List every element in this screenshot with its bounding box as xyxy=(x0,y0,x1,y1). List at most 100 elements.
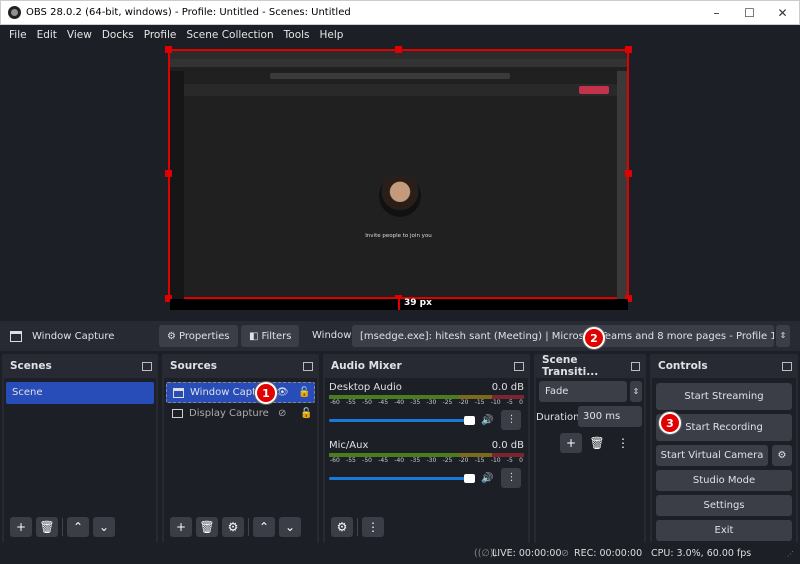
window-capture-icon xyxy=(173,387,184,398)
resize-handle-right[interactable] xyxy=(625,170,632,177)
properties-label: Properties xyxy=(178,330,230,342)
add-source-button[interactable]: + xyxy=(170,517,192,537)
resize-handle-left[interactable] xyxy=(165,170,172,177)
duration-spinbox[interactable]: 300 ms xyxy=(578,406,642,427)
channel-name: Mic/Aux xyxy=(329,440,369,451)
source-toolbar: Window Capture ⚙ Properties ◧ Filters Wind… xyxy=(0,321,800,351)
scenes-dock: Scenes Scene + 🗑 ⌃ ⌄ xyxy=(2,354,158,543)
meter-ticks: -60 -55 -50 -45 -40 -35 -30 -25 -20 -15 -10 -5 0 xyxy=(330,399,523,406)
menu-edit[interactable]: Edit xyxy=(32,29,62,41)
minimize-button[interactable]: – xyxy=(700,1,733,25)
channel-level: 0.0 dB xyxy=(491,440,524,451)
menu-file[interactable]: File xyxy=(4,29,32,41)
add-transition-button[interactable]: + xyxy=(560,433,582,453)
undock-icon[interactable] xyxy=(630,361,640,371)
hidden-eye-icon[interactable]: ⊘ xyxy=(278,408,286,419)
volume-slider[interactable] xyxy=(329,473,475,483)
virtual-camera-settings-icon[interactable]: ⚙ xyxy=(772,445,792,466)
mixer-menu-button[interactable]: ⋮ xyxy=(362,517,384,537)
menu-scene-collection[interactable]: Scene Collection xyxy=(181,29,278,41)
leave-button xyxy=(579,86,609,94)
selected-source-name: Window Capture xyxy=(32,330,115,342)
properties-button[interactable]: ⚙ Properties xyxy=(159,325,238,347)
advanced-audio-button[interactable]: ⚙ xyxy=(331,517,353,537)
transition-select-arrows-icon[interactable]: ⇕ xyxy=(630,381,642,402)
settings-button[interactable]: Settings xyxy=(656,495,792,516)
menu-profile[interactable]: Profile xyxy=(139,29,182,41)
source-item-display-capture[interactable]: Display Capture ⊘ 🔓 xyxy=(166,403,315,424)
transition-select[interactable]: Fade xyxy=(539,381,627,402)
menu-view[interactable]: View xyxy=(62,29,97,41)
move-scene-up-button[interactable]: ⌃ xyxy=(67,517,89,537)
invite-text: Invite people to join you xyxy=(365,233,432,239)
annotation-badge-2: 2 xyxy=(583,327,605,349)
filters-button[interactable]: ◧ Filters xyxy=(241,325,300,347)
captured-window-source[interactable]: Invite people to join you xyxy=(168,49,629,299)
channel-name: Desktop Audio xyxy=(329,382,402,393)
move-scene-down-button[interactable]: ⌄ xyxy=(93,517,115,537)
rec-time: REC: 00:00:00 xyxy=(574,548,643,559)
channel-menu-button[interactable]: ⋮ xyxy=(501,410,522,430)
live-time: LIVE: 00:00:00 xyxy=(492,548,562,559)
sources-dock: Sources Window Capture 👁 🔓 Display Captu… xyxy=(162,354,319,543)
scene-item[interactable]: Scene xyxy=(6,382,154,404)
meter-ticks: -60 -55 -50 -45 -40 -35 -30 -25 -20 -15 -10 -5 0 xyxy=(330,457,523,464)
lock-icon[interactable]: 🔓 xyxy=(298,387,310,398)
status-bar: ((∅)) LIVE: 00:00:00 ⊘ REC: 00:00:00 CPU… xyxy=(0,543,800,564)
title-bar: OBS 28.0.2 (64-bit, windows) - Profile: … xyxy=(0,0,800,25)
speaker-icon[interactable]: 🔊 xyxy=(481,473,493,484)
divider xyxy=(62,518,63,536)
visibility-eye-icon[interactable]: 👁 xyxy=(276,387,289,398)
menu-docks[interactable]: Docks xyxy=(97,29,139,41)
gear-icon: ⚙ xyxy=(167,330,176,342)
resize-handle-tr[interactable] xyxy=(625,46,632,53)
menu-bar: File Edit View Docks Profile Scene Colle… xyxy=(0,25,800,44)
source-item-window-capture[interactable]: Window Capture 👁 🔓 xyxy=(166,382,315,403)
scene-transitions-dock: Scene Transiti... Fade ⇕ Duration 300 ms… xyxy=(534,354,646,543)
annotation-badge-3: 3 xyxy=(659,412,681,434)
channel-menu-button[interactable]: ⋮ xyxy=(501,468,522,488)
start-streaming-button[interactable]: Start Streaming xyxy=(656,383,792,410)
scenes-title: Scenes xyxy=(10,360,52,372)
volume-slider[interactable] xyxy=(329,415,475,425)
cpu-fps: CPU: 3.0%, 60.00 fps xyxy=(651,548,752,559)
close-button[interactable]: ✕ xyxy=(766,1,799,25)
window-select-arrows-icon[interactable]: ⇕ xyxy=(776,325,790,347)
move-source-up-button[interactable]: ⌃ xyxy=(253,517,275,537)
source-properties-button[interactable]: ⚙ xyxy=(222,517,244,537)
undock-icon[interactable] xyxy=(142,361,152,371)
menu-tools[interactable]: Tools xyxy=(279,29,315,41)
volume-slider-handle[interactable] xyxy=(464,415,475,425)
exit-button[interactable]: Exit xyxy=(656,520,792,541)
monitor-icon xyxy=(172,409,183,418)
undock-icon[interactable] xyxy=(514,361,524,371)
transition-menu-button[interactable]: ⋮ xyxy=(612,433,634,453)
filter-icon: ◧ xyxy=(249,330,259,342)
mixer-channel-desktop: Desktop Audio 0.0 dB -60 -55 -50 -45 -40 -35 -3… xyxy=(329,382,524,430)
filters-label: Filters xyxy=(261,330,292,342)
move-source-down-button[interactable]: ⌄ xyxy=(279,517,301,537)
add-scene-button[interactable]: + xyxy=(10,517,32,537)
remove-source-button[interactable]: 🗑 xyxy=(196,517,218,537)
browser-address-bar xyxy=(170,59,627,67)
menu-help[interactable]: Help xyxy=(315,29,349,41)
studio-mode-button[interactable]: Studio Mode xyxy=(656,470,792,491)
undock-icon[interactable] xyxy=(782,361,792,371)
maximize-button[interactable]: ☐ xyxy=(733,1,766,25)
remove-scene-button[interactable]: 🗑 xyxy=(36,517,58,537)
distance-label: 39 px xyxy=(404,298,432,308)
resize-handle-tl[interactable] xyxy=(165,46,172,53)
speaker-icon[interactable]: 🔊 xyxy=(481,415,493,426)
transitions-title: Scene Transiti... xyxy=(542,354,599,378)
window-title: OBS 28.0.2 (64-bit, windows) - Profile: … xyxy=(26,7,351,18)
undock-icon[interactable] xyxy=(303,361,313,371)
remove-transition-button[interactable]: 🗑 xyxy=(586,433,608,453)
start-virtual-camera-button[interactable]: Start Virtual Camera xyxy=(656,445,768,466)
window-select[interactable]: [msedge.exe]: hitesh sant (Meeting) | Mi… xyxy=(352,325,774,347)
lock-icon[interactable]: 🔓 xyxy=(300,408,312,419)
resize-grip-icon[interactable]: ⋰ xyxy=(787,550,794,558)
volume-slider-handle[interactable] xyxy=(464,473,475,483)
divider xyxy=(248,518,249,536)
resize-handle-top[interactable] xyxy=(395,46,402,53)
obs-logo-icon xyxy=(8,6,21,19)
